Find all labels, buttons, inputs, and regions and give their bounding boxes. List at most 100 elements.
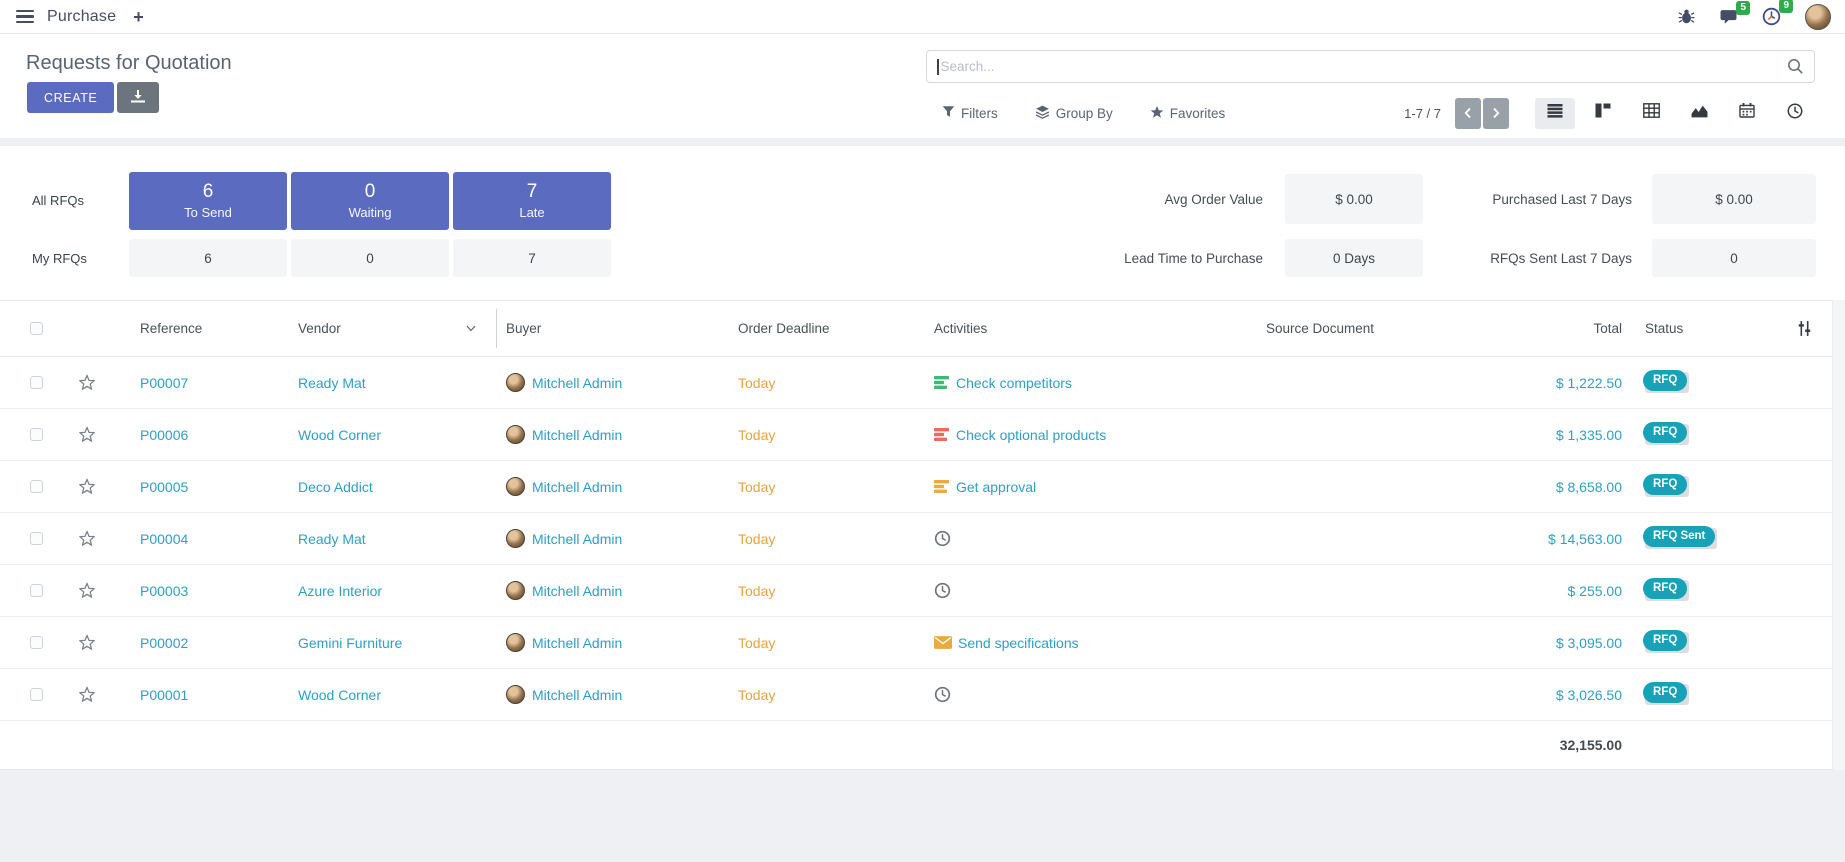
tile-late[interactable]: 7 Late xyxy=(453,172,611,230)
favorite-star-icon[interactable] xyxy=(78,530,96,547)
buyer-link[interactable]: Mitchell Admin xyxy=(532,375,622,391)
activity-tasks-icon[interactable] xyxy=(934,375,950,390)
kanban-view-button[interactable] xyxy=(1583,98,1623,129)
favorite-star-icon[interactable] xyxy=(78,426,96,443)
activity-clock-icon[interactable] xyxy=(934,582,951,599)
my-late-count[interactable]: 7 xyxy=(453,239,611,277)
row-checkbox[interactable] xyxy=(30,688,43,701)
app-name[interactable]: Purchase xyxy=(47,8,116,26)
vendor-link[interactable]: Deco Addict xyxy=(298,479,373,495)
favorite-star-icon[interactable] xyxy=(78,634,96,651)
activity-view-button[interactable] xyxy=(1775,98,1815,129)
reference-link[interactable]: P00006 xyxy=(140,427,188,443)
activity-clock-icon[interactable] xyxy=(934,530,951,547)
row-checkbox[interactable] xyxy=(30,480,43,493)
column-header-status[interactable]: Status xyxy=(1645,301,1683,356)
reference-link[interactable]: P00003 xyxy=(140,583,188,599)
filters-button[interactable]: Filters xyxy=(942,105,998,121)
row-checkbox[interactable] xyxy=(30,376,43,389)
sort-chevron-down-icon[interactable] xyxy=(466,301,476,356)
row-checkbox[interactable] xyxy=(30,428,43,441)
debug-bug-icon[interactable] xyxy=(1678,8,1695,25)
tile-to-send[interactable]: 6 To Send xyxy=(129,172,287,230)
buyer-link[interactable]: Mitchell Admin xyxy=(532,583,622,599)
column-header-reference[interactable]: Reference xyxy=(140,301,202,356)
messages-icon[interactable]: 5 xyxy=(1719,9,1738,25)
activity-link[interactable]: Get approval xyxy=(956,479,1036,495)
calendar-view-button[interactable] xyxy=(1727,98,1767,129)
total-amount[interactable]: $ 1,335.00 xyxy=(1556,427,1622,443)
table-row[interactable]: P00006Wood CornerMitchell AdminTodayChec… xyxy=(0,409,1845,461)
search-input[interactable]: Search... xyxy=(926,50,1815,83)
column-header-order-deadline[interactable]: Order Deadline xyxy=(738,301,830,356)
select-all-checkbox[interactable] xyxy=(30,322,43,335)
my-to-send-count[interactable]: 6 xyxy=(129,239,287,277)
total-amount[interactable]: $ 255.00 xyxy=(1568,583,1623,599)
column-header-total[interactable]: Total xyxy=(1430,301,1622,356)
total-amount[interactable]: $ 3,026.50 xyxy=(1556,687,1622,703)
apps-menu-icon[interactable] xyxy=(16,10,34,23)
favorite-star-icon[interactable] xyxy=(78,374,96,391)
vendor-link[interactable]: Ready Mat xyxy=(298,375,366,391)
reference-link[interactable]: P00007 xyxy=(140,375,188,391)
table-row[interactable]: P00005Deco AddictMitchell AdminTodayGet … xyxy=(0,461,1845,513)
column-header-buyer[interactable]: Buyer xyxy=(506,301,541,356)
total-amount[interactable]: $ 1,222.50 xyxy=(1556,375,1622,391)
vendor-link[interactable]: Wood Corner xyxy=(298,687,381,703)
row-checkbox[interactable] xyxy=(30,532,43,545)
activities-clock-icon[interactable]: 9 xyxy=(1762,7,1781,26)
buyer-link[interactable]: Mitchell Admin xyxy=(532,427,622,443)
column-header-vendor[interactable]: Vendor xyxy=(298,301,341,356)
column-header-activities[interactable]: Activities xyxy=(934,301,987,356)
total-amount[interactable]: $ 3,095.00 xyxy=(1556,635,1622,651)
graph-view-button[interactable] xyxy=(1679,98,1719,129)
buyer-link[interactable]: Mitchell Admin xyxy=(532,687,622,703)
column-header-source-document[interactable]: Source Document xyxy=(1266,301,1374,356)
buyer-link[interactable]: Mitchell Admin xyxy=(532,635,622,651)
total-amount[interactable]: $ 8,658.00 xyxy=(1556,479,1622,495)
scrollbar-gutter[interactable] xyxy=(1832,300,1845,770)
download-button[interactable] xyxy=(117,82,159,113)
table-row[interactable]: P00004Ready MatMitchell AdminToday$ 14,5… xyxy=(0,513,1845,565)
create-button[interactable]: CREATE xyxy=(27,82,114,113)
column-divider[interactable] xyxy=(496,309,497,348)
activity-envelope-icon[interactable] xyxy=(934,636,952,649)
activity-link[interactable]: Check optional products xyxy=(956,427,1106,443)
list-view-button[interactable] xyxy=(1535,98,1575,129)
my-waiting-count[interactable]: 0 xyxy=(291,239,449,277)
activity-tasks-icon[interactable] xyxy=(934,427,950,442)
new-tab-button[interactable]: + xyxy=(133,8,144,26)
total-amount[interactable]: $ 14,563.00 xyxy=(1548,531,1622,547)
favorites-button[interactable]: Favorites xyxy=(1150,105,1226,122)
table-row[interactable]: P00003Azure InteriorMitchell AdminToday$… xyxy=(0,565,1845,617)
buyer-link[interactable]: Mitchell Admin xyxy=(532,531,622,547)
reference-link[interactable]: P00001 xyxy=(140,687,188,703)
activity-link[interactable]: Send specifications xyxy=(958,635,1079,651)
row-checkbox[interactable] xyxy=(30,636,43,649)
table-row[interactable]: P00007Ready MatMitchell AdminTodayCheck … xyxy=(0,357,1845,409)
vendor-link[interactable]: Ready Mat xyxy=(298,531,366,547)
activity-tasks-icon[interactable] xyxy=(934,479,950,494)
favorite-star-icon[interactable] xyxy=(78,478,96,495)
search-icon[interactable] xyxy=(1787,58,1804,75)
vendor-link[interactable]: Wood Corner xyxy=(298,427,381,443)
reference-link[interactable]: P00004 xyxy=(140,531,188,547)
reference-link[interactable]: P00002 xyxy=(140,635,188,651)
pivot-view-button[interactable] xyxy=(1631,98,1671,129)
pager-next-button[interactable] xyxy=(1483,98,1509,129)
table-row[interactable]: P00001Wood CornerMitchell AdminToday$ 3,… xyxy=(0,669,1845,721)
activity-link[interactable]: Check competitors xyxy=(956,375,1072,391)
user-avatar[interactable] xyxy=(1805,4,1831,30)
pager-previous-button[interactable] xyxy=(1455,98,1481,129)
row-checkbox[interactable] xyxy=(30,584,43,597)
reference-link[interactable]: P00005 xyxy=(140,479,188,495)
vendor-link[interactable]: Azure Interior xyxy=(298,583,382,599)
tile-waiting[interactable]: 0 Waiting xyxy=(291,172,449,230)
table-row[interactable]: P00002Gemini FurnitureMitchell AdminToda… xyxy=(0,617,1845,669)
favorite-star-icon[interactable] xyxy=(78,582,96,599)
buyer-link[interactable]: Mitchell Admin xyxy=(532,479,622,495)
favorite-star-icon[interactable] xyxy=(78,686,96,703)
group-by-button[interactable]: Group By xyxy=(1035,105,1113,122)
activity-clock-icon[interactable] xyxy=(934,686,951,703)
vendor-link[interactable]: Gemini Furniture xyxy=(298,635,402,651)
